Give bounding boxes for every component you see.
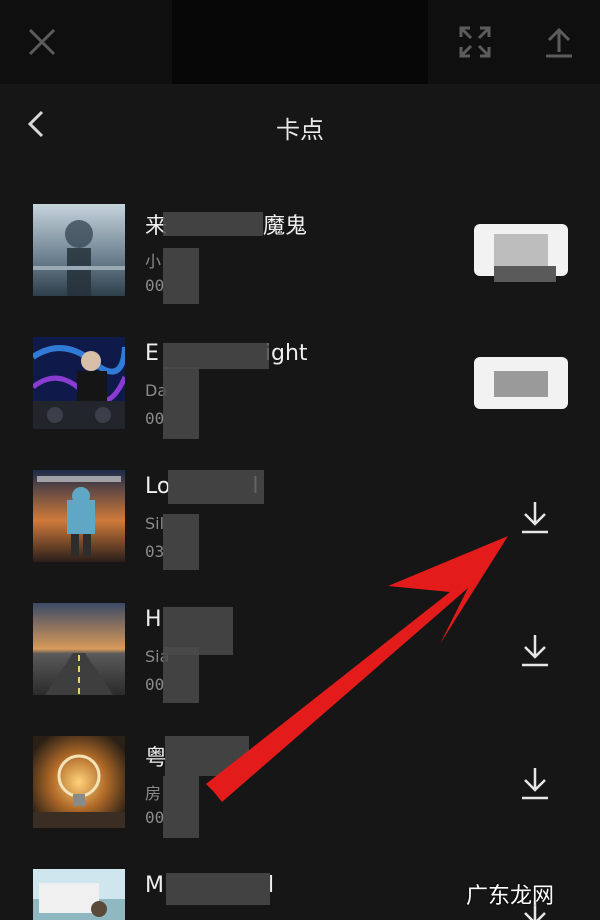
page-title: 卡点	[276, 116, 324, 144]
track-duration: 00	[145, 808, 165, 827]
track-duration: 00	[145, 276, 165, 295]
track-title: 粤	[145, 746, 168, 771]
track-row[interactable]: 来魔鬼 小 00	[0, 204, 600, 337]
album-cover	[33, 204, 125, 296]
track-title: H	[145, 607, 162, 632]
pixelation-mask	[494, 371, 548, 397]
download-icon[interactable]	[520, 766, 550, 800]
download-icon[interactable]	[520, 633, 550, 667]
track-row[interactable]: 粤 房 00	[0, 736, 600, 869]
album-cover	[33, 337, 125, 429]
track-row[interactable]: Lol Sil 03	[0, 470, 600, 603]
fullscreen-icon[interactable]	[457, 24, 493, 60]
watermark: 广东龙网	[466, 884, 555, 909]
pixelation-mask	[163, 248, 199, 304]
top-toolbar	[0, 0, 600, 84]
track-duration: 00	[145, 675, 165, 694]
album-cover	[33, 869, 125, 920]
album-cover	[33, 736, 125, 828]
pixelation-mask	[163, 647, 199, 703]
track-duration: 00	[145, 409, 165, 428]
album-cover	[33, 470, 125, 562]
pixelation-mask	[494, 266, 556, 282]
pixelation-mask	[163, 776, 199, 838]
track-duration: 03	[145, 542, 165, 561]
pixelation-mask	[165, 736, 249, 776]
pixelation-mask	[163, 514, 199, 570]
album-cover	[33, 603, 125, 695]
pixelation-mask	[163, 367, 199, 439]
pixelation-mask	[163, 212, 263, 236]
page-header: 卡点	[0, 84, 600, 168]
track-artist: 房	[145, 784, 162, 803]
use-button[interactable]	[474, 357, 568, 409]
track-row[interactable]: Eight Da 00	[0, 337, 600, 470]
track-row[interactable]: H Sia 00	[0, 603, 600, 736]
download-icon[interactable]	[520, 500, 550, 534]
upload-icon[interactable]	[541, 24, 577, 60]
pixelation-mask	[166, 873, 270, 905]
track-artist: Sil	[145, 514, 165, 533]
use-button[interactable]	[474, 224, 568, 282]
pixelation-mask	[168, 470, 264, 504]
pixelation-mask	[494, 234, 548, 266]
video-preview	[172, 0, 428, 84]
close-icon[interactable]	[24, 24, 60, 60]
track-artist: 小	[145, 252, 162, 271]
pixelation-mask	[163, 343, 269, 369]
